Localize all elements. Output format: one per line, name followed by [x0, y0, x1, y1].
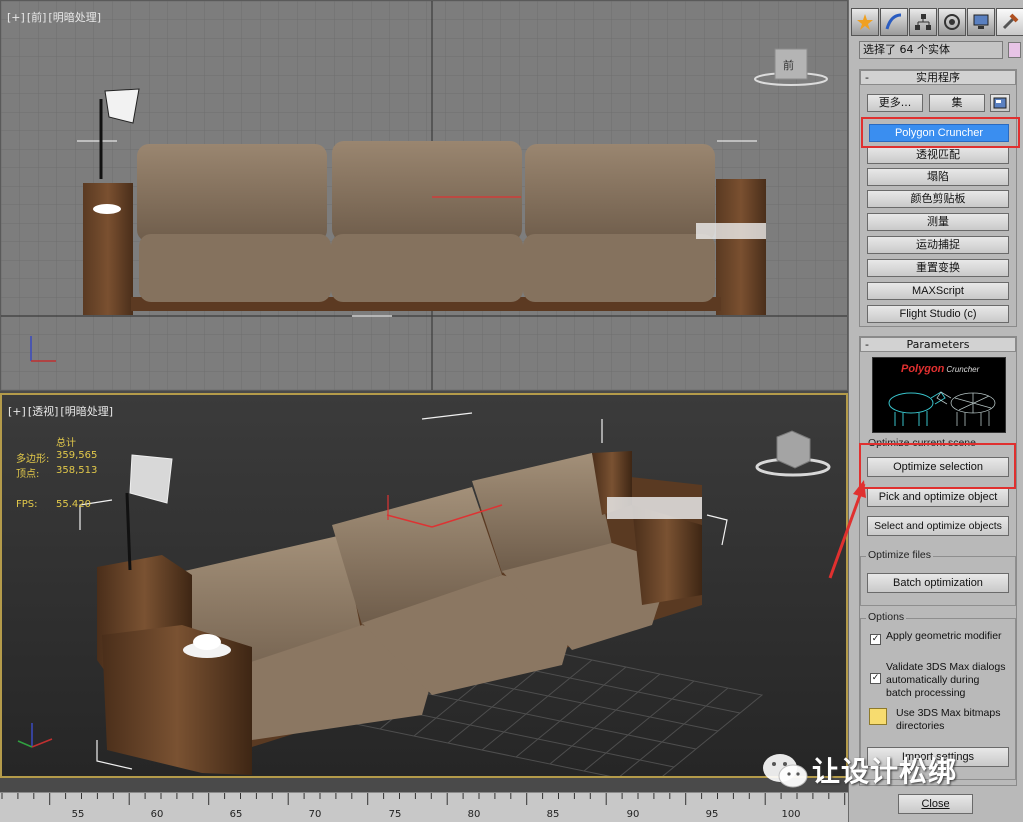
- more-button[interactable]: 更多...: [867, 94, 923, 112]
- annotation-arrow: [828, 480, 866, 579]
- apply-modifier-label: Apply geometric modifier: [886, 630, 1002, 642]
- viewport-view-name[interactable]: [透视]: [28, 405, 59, 418]
- wechat-watermark: 让设计松绑: [760, 750, 957, 790]
- create-icon[interactable]: [851, 8, 879, 36]
- ruler-frame-label: 70: [308, 809, 322, 820]
- flight-studio-button[interactable]: Flight Studio (c): [867, 305, 1009, 323]
- persp-viewport-label[interactable]: [+] [透视] [明暗处理]: [8, 403, 115, 419]
- polygon-cruncher-button[interactable]: Polygon Cruncher: [869, 124, 1009, 142]
- front-viewport[interactable]: [+] [前] [明暗处理] 前: [0, 0, 848, 391]
- object-color-swatch[interactable]: [1008, 42, 1021, 58]
- folder-icon[interactable]: [869, 708, 887, 725]
- ruler-frame-label: 65: [229, 809, 243, 820]
- ruler-frame-label: 100: [781, 809, 801, 820]
- ruler-ticks: [1, 793, 846, 805]
- ruler-frame-label: 80: [467, 809, 481, 820]
- collapse-icon[interactable]: -: [865, 338, 869, 351]
- wechat-icon: [763, 754, 808, 788]
- parameters-rollout-header[interactable]: - Parameters: [860, 337, 1016, 352]
- collapse-button[interactable]: 塌陷: [867, 168, 1009, 186]
- use-bitmaps-label-1: Use 3DS Max bitmaps: [896, 707, 1001, 719]
- optimize-files-label: Optimize files: [866, 549, 934, 561]
- display-icon[interactable]: [967, 8, 995, 36]
- collapse-icon[interactable]: -: [865, 71, 869, 84]
- select-optimize-button[interactable]: Select and optimize objects: [867, 516, 1009, 536]
- polygon-cruncher-logo: Polygon Cruncher: [872, 357, 1006, 433]
- validate-dialogs-label-1: Validate 3DS Max dialogs: [886, 661, 1006, 673]
- apply-modifier-checkbox[interactable]: ✓: [870, 634, 881, 645]
- optimize-scene-label: Optimize current scene: [868, 437, 976, 449]
- ruler-frame-label: 60: [150, 809, 164, 820]
- front-viewport-scene: [1, 1, 847, 390]
- ruler-frame-label: 55: [71, 809, 85, 820]
- configure-button-sets-icon[interactable]: [990, 94, 1010, 112]
- side-table-right: [716, 179, 766, 315]
- stats-header: 总计: [56, 438, 76, 449]
- close-button[interactable]: Close: [898, 794, 973, 814]
- polys-label: 多边形:: [16, 454, 50, 465]
- ruler-frame-label: 95: [705, 809, 719, 820]
- fps-value: 55.420: [56, 499, 91, 510]
- ruler-frame-label: 90: [626, 809, 640, 820]
- modify-icon[interactable]: [880, 8, 908, 36]
- logo-subtitle: Cruncher: [946, 365, 980, 374]
- utilities-rollout-header[interactable]: - 实用程序: [860, 70, 1016, 85]
- viewport-view-name[interactable]: [前]: [27, 11, 47, 24]
- logo-title: Polygon: [901, 363, 945, 375]
- utilities-title: 实用程序: [916, 71, 960, 84]
- viewport-menu-plus[interactable]: [+]: [7, 11, 25, 24]
- perspective-match-button[interactable]: 透视匹配: [867, 146, 1009, 164]
- utilities-icon[interactable]: [996, 8, 1023, 36]
- viewport-shading-mode[interactable]: [明暗处理]: [60, 405, 113, 418]
- scene-statistics: 总计 多边形: 359,565 顶点: 358,513 FPS: 55.420: [16, 434, 136, 514]
- ruler-frame-label: 75: [388, 809, 402, 820]
- verts-label: 顶点:: [16, 469, 40, 480]
- validate-dialogs-checkbox[interactable]: ✓: [870, 673, 881, 684]
- optimize-selection-button[interactable]: Optimize selection: [867, 457, 1009, 477]
- options-label: Options: [866, 611, 907, 623]
- validate-dialogs-label-3: batch processing: [886, 687, 966, 699]
- viewport-menu-plus[interactable]: [+]: [8, 405, 26, 418]
- timeline-ruler[interactable]: 55 60 65 70 75 80 85 90 95 100: [0, 792, 848, 822]
- motion-capture-button[interactable]: 运动捕捉: [867, 236, 1009, 254]
- color-clipboard-button[interactable]: 颜色剪贴板: [867, 190, 1009, 208]
- use-bitmaps-label-2: directories: [896, 720, 945, 732]
- polys-value: 359,565: [56, 450, 98, 461]
- front-viewport-label[interactable]: [+] [前] [明暗处理]: [7, 9, 103, 25]
- verts-value: 358,513: [56, 465, 98, 476]
- viewport-shading-mode[interactable]: [明暗处理]: [48, 11, 101, 24]
- reset-xform-button[interactable]: 重置变换: [867, 259, 1009, 277]
- pick-optimize-button[interactable]: Pick and optimize object: [867, 487, 1009, 507]
- measure-button[interactable]: 测量: [867, 213, 1009, 231]
- parameters-title: Parameters: [906, 338, 970, 351]
- hierarchy-icon[interactable]: [909, 8, 937, 36]
- selection-status-field[interactable]: 选择了 64 个实体: [859, 41, 1003, 59]
- fps-label: FPS:: [16, 499, 38, 510]
- motion-icon[interactable]: [938, 8, 966, 36]
- viewcube-face-label[interactable]: 前: [783, 57, 794, 73]
- maxscript-button[interactable]: MAXScript: [867, 282, 1009, 300]
- watermark-text: 让设计松绑: [812, 755, 958, 788]
- ruler-frame-label: 85: [546, 809, 560, 820]
- batch-optimization-button[interactable]: Batch optimization: [867, 573, 1009, 593]
- command-panel-tabs: [851, 8, 1023, 36]
- sets-button[interactable]: 集: [929, 94, 985, 112]
- side-table-left: [83, 183, 133, 315]
- validate-dialogs-label-2: automatically during: [886, 674, 980, 686]
